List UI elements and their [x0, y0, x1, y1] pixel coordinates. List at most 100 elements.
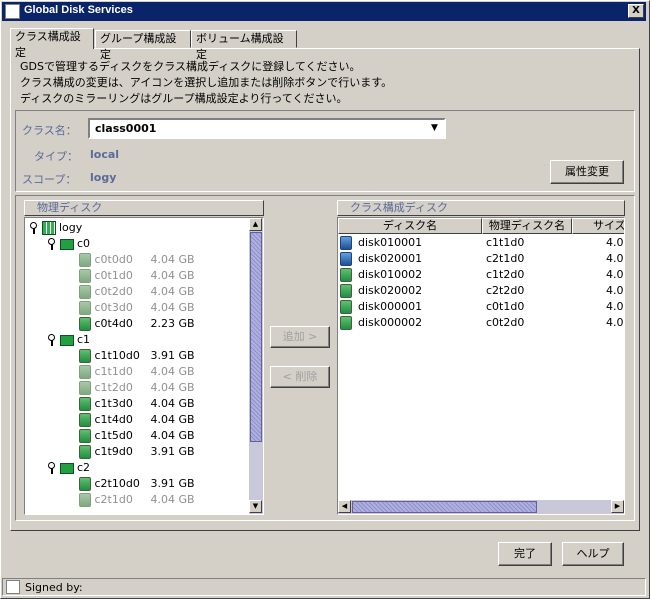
table-row[interactable]: disk020002 c2t2d0 4.04 [340, 283, 624, 299]
scroll-right-icon[interactable]: ▶ [611, 500, 624, 513]
tree-vscroll[interactable]: ▲ ▼ [249, 218, 263, 514]
done-button[interactable]: 完了 [498, 542, 552, 566]
class-disk-header: クラス構成ディスク [337, 200, 625, 216]
cell-physical-disk: c0t1d0 [486, 300, 525, 313]
hscroll-thumb[interactable] [352, 501, 537, 513]
app-icon [5, 4, 20, 19]
add-button[interactable]: 追加 > [270, 326, 330, 348]
tree-disk[interactable]: c1t9d0 3.91 GB [79, 444, 195, 460]
cell-physical-disk: c2t2d0 [486, 284, 525, 297]
table-row[interactable]: disk000001 c0t1d0 4.04 [340, 299, 624, 315]
scroll-left-icon[interactable]: ◀ [338, 500, 351, 513]
expand-key-icon[interactable] [47, 238, 56, 250]
expand-key-icon[interactable] [29, 222, 38, 234]
tree-disk[interactable]: c0t2d0 4.04 GB [79, 284, 195, 300]
disk-size: 4.04 GB [150, 365, 195, 378]
disk-size: 3.91 GB [150, 445, 195, 458]
tree-root-label: logy [59, 221, 83, 234]
tree-disk[interactable]: c1t2d0 4.04 GB [79, 380, 195, 396]
tree-disk[interactable]: c0t0d0 4.04 GB [79, 252, 195, 268]
tree-disk[interactable]: c0t4d0 2.23 GB [79, 316, 195, 332]
physical-disk-tree[interactable]: logy c0 c0t0d0 4.04 GB c0t1d0 4.04 GB c0t2… [24, 217, 264, 515]
disk-icon [79, 269, 91, 283]
cell-size: 4.04 [606, 300, 624, 313]
disk-size: 4.04 GB [150, 493, 195, 506]
tree-disk[interactable]: c0t3d0 4.04 GB [79, 300, 195, 316]
remove-button[interactable]: < 削除 [270, 366, 330, 388]
tab-volume-config[interactable]: ボリューム構成設定 [191, 30, 297, 61]
pencil-icon [6, 580, 20, 594]
cell-physical-disk: c1t2d0 [486, 268, 525, 281]
expand-key-icon[interactable] [47, 462, 56, 474]
disk-icon [79, 381, 91, 395]
table-hscroll[interactable]: ◀ ▶ [338, 500, 624, 514]
description-line-2: クラス構成の変更は、アイコンを選択し追加または削除ボタンで行います。 [20, 76, 393, 89]
tree-disk[interactable]: c1t5d0 4.04 GB [79, 428, 195, 444]
window-title: Global Disk Services [24, 4, 133, 16]
disk-icon [340, 252, 352, 266]
tree-disk[interactable]: c1t4d0 4.04 GB [79, 412, 195, 428]
disk-name: c1t4d0 [94, 413, 133, 426]
class-name-value: class0001 [95, 122, 157, 135]
disk-name: c1t1d0 [94, 365, 133, 378]
cell-size: 4.04 [606, 236, 624, 249]
cell-disk-name: disk010001 [358, 236, 423, 249]
signed-by-label: Signed by: [25, 581, 83, 594]
tab-class-config[interactable]: クラス構成設定 [10, 28, 94, 59]
disk-icon [79, 429, 91, 443]
disk-size: 3.91 GB [150, 349, 195, 362]
column-physical-disk[interactable]: 物理ディスク名 [482, 218, 572, 234]
attribute-change-button[interactable]: 属性変更 [550, 160, 624, 184]
tree-content: logy c0 c0t0d0 4.04 GB c0t1d0 4.04 GB c0t2… [25, 220, 249, 514]
cell-disk-name: disk020001 [358, 252, 423, 265]
physical-disk-header: 物理ディスク [24, 200, 264, 216]
class-name-select[interactable]: class0001 ▼ [88, 118, 446, 139]
tree-disk[interactable]: c1t10d0 3.91 GB [79, 348, 195, 364]
disk-size: 4.04 GB [150, 301, 195, 314]
disk-name: c1t3d0 [94, 397, 133, 410]
tree-disk[interactable]: c1t1d0 4.04 GB [79, 364, 195, 380]
scroll-down-icon[interactable]: ▼ [249, 500, 262, 513]
disk-size: 4.04 GB [150, 269, 195, 282]
tree-controller[interactable]: c0 [47, 236, 90, 252]
controller-icon [59, 238, 74, 250]
table-row[interactable]: disk010002 c1t2d0 4.04 [340, 267, 624, 283]
cell-size: 4.04 [606, 284, 624, 297]
tree-disk[interactable]: c1t3d0 4.04 GB [79, 396, 195, 412]
cell-disk-name: disk020002 [358, 284, 423, 297]
help-button[interactable]: ヘルプ [562, 542, 624, 566]
tree-disk[interactable]: c2t10d0 3.91 GB [79, 476, 195, 492]
disk-name: c1t10d0 [94, 349, 140, 362]
disk-size: 4.04 GB [150, 429, 195, 442]
column-size[interactable]: サイズ [572, 218, 624, 234]
tree-controller[interactable]: c1 [47, 332, 90, 348]
scope-value: logy [90, 171, 117, 184]
disk-name: c0t1d0 [94, 269, 133, 282]
close-button[interactable]: X [628, 4, 644, 18]
table-row[interactable]: disk020001 c2t1d0 4.04 [340, 251, 624, 267]
expand-key-icon[interactable] [47, 334, 56, 346]
disk-size: 3.91 GB [150, 477, 195, 490]
tree-controller[interactable]: c2 [47, 460, 90, 476]
tab-group-config[interactable]: グループ構成設定 [95, 30, 191, 61]
column-disk-name[interactable]: ディスク名 [338, 218, 482, 234]
chevron-down-icon[interactable]: ▼ [427, 121, 442, 136]
table-row[interactable]: disk010001 c1t1d0 4.04 [340, 235, 624, 251]
table-row[interactable]: disk000002 c0t2d0 4.04 [340, 315, 624, 331]
scroll-thumb[interactable] [250, 232, 262, 442]
status-bar: Signed by: [2, 578, 646, 596]
tree-disk[interactable]: c2t1d0 4.04 GB [79, 492, 195, 508]
cell-disk-name: disk000001 [358, 300, 423, 313]
disk-size: 4.04 GB [150, 381, 195, 394]
cell-physical-disk: c0t2d0 [486, 316, 525, 329]
class-disk-table[interactable]: ディスク名 物理ディスク名 サイズ disk010001 c1t1d0 4.04 d… [337, 217, 625, 515]
tree-disk[interactable]: c0t1d0 4.04 GB [79, 268, 195, 284]
disk-name: c1t9d0 [94, 445, 133, 458]
disk-name: c1t2d0 [94, 381, 133, 394]
disk-icon [340, 284, 352, 298]
disk-icon [79, 493, 91, 507]
tree-root[interactable]: logy [29, 220, 82, 236]
disk-name: c0t4d0 [94, 317, 133, 330]
class-icon [41, 221, 56, 235]
scroll-up-icon[interactable]: ▲ [249, 218, 262, 231]
